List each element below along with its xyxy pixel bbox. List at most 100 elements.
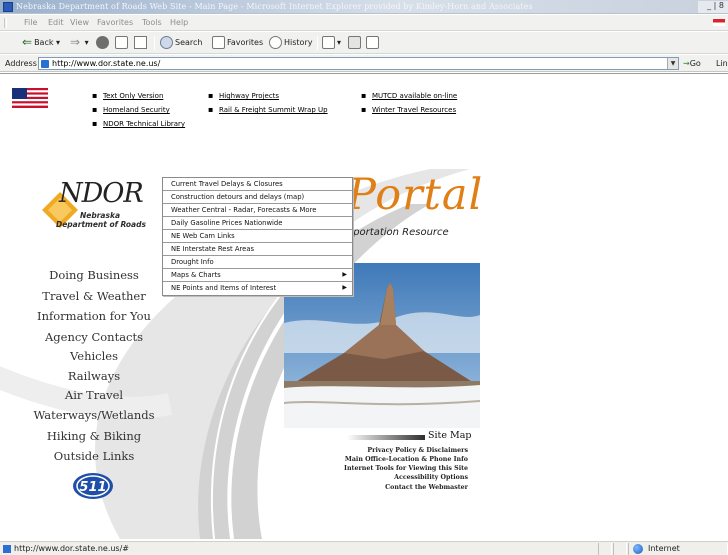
link-mutcd[interactable]: MUTCD available on-line <box>361 91 457 100</box>
dropdown-item-drought[interactable]: Drought Info <box>163 256 352 269</box>
menubar-grip <box>4 18 7 28</box>
status-panel <box>613 543 627 555</box>
dropdown-item-label: NE Interstate Rest Areas <box>171 245 255 253</box>
go-label: Go <box>689 59 701 68</box>
portal-title: Portal <box>347 170 484 220</box>
nav-waterways[interactable]: Waterways/Wetlands <box>14 408 174 422</box>
nav-railways[interactable]: Railways <box>14 369 174 383</box>
511-text: 511 <box>79 480 106 495</box>
link-highway-projects[interactable]: Highway Projects <box>208 91 279 100</box>
link-technical-library[interactable]: NDOR Technical Library <box>92 119 185 128</box>
go-arrow-icon: ⇝ <box>683 59 690 68</box>
dropdown-item-rest-areas[interactable]: NE Interstate Rest Areas <box>163 243 352 256</box>
windows-flag-icon <box>713 19 725 26</box>
internet-globe-icon <box>633 544 643 554</box>
511-badge[interactable]: 511 <box>72 472 114 500</box>
print-button[interactable] <box>348 36 363 50</box>
nav-air-travel[interactable]: Air Travel <box>14 388 174 402</box>
window-title: Nebraska Department of Roads Web Site - … <box>16 2 533 11</box>
refresh-icon <box>115 36 128 49</box>
dropdown-item-label: Weather Central - Radar, Forecasts & Mor… <box>171 206 317 214</box>
dropdown-item-label: Daily Gasoline Prices Nationwide <box>171 219 283 227</box>
site-map-link[interactable]: Site Map <box>428 430 471 441</box>
menu-help[interactable]: Help <box>170 18 188 27</box>
link-rail-freight[interactable]: Rail & Freight Summit Wrap Up <box>208 105 328 114</box>
sitemap-bar <box>347 435 425 440</box>
link-winter-travel[interactable]: Winter Travel Resources <box>361 105 456 114</box>
home-button[interactable] <box>134 36 149 50</box>
window-controls[interactable]: _ | 8 <box>698 1 728 13</box>
print-icon <box>348 36 361 49</box>
dropdown-item-points-of-interest[interactable]: NE Points and Items of Interest ▶ <box>163 282 352 295</box>
nav-travel-weather[interactable]: Travel & Weather <box>14 289 174 303</box>
search-icon <box>160 36 173 49</box>
nav-agency-contacts[interactable]: Agency Contacts <box>14 330 174 344</box>
footer-internet-tools[interactable]: Internet Tools for Viewing this Site <box>344 465 468 472</box>
travel-weather-dropdown: Current Travel Delays & Closures Constru… <box>162 177 353 296</box>
dropdown-item-maps[interactable]: Maps & Charts ▶ <box>163 269 352 282</box>
security-zone: Internet <box>648 544 680 553</box>
status-panel <box>598 543 612 555</box>
nav-hiking-biking[interactable]: Hiking & Biking <box>14 429 174 443</box>
dropdown-item-label: NE Web Cam Links <box>171 232 235 240</box>
ie-icon <box>3 2 13 12</box>
dropdown-item-weather[interactable]: Weather Central - Radar, Forecasts & Mor… <box>163 204 352 217</box>
footer-main-office[interactable]: Main Office-Location & Phone Info <box>345 456 468 463</box>
dropdown-item-webcams[interactable]: NE Web Cam Links <box>163 230 352 243</box>
menu-tools[interactable]: Tools <box>142 18 162 27</box>
nav-vehicles[interactable]: Vehicles <box>14 349 174 363</box>
back-label: Back <box>34 38 54 47</box>
logo-line1: Nebraska <box>80 211 121 220</box>
status-url: http://www.dor.state.ne.us/# <box>14 544 129 553</box>
us-flag-icon <box>12 88 48 108</box>
stop-button[interactable] <box>96 36 111 50</box>
menu-edit[interactable]: Edit <box>48 18 64 27</box>
menu-bar: File Edit View Favorites Tools Help <box>0 15 728 31</box>
back-arrow-icon: ⇐ <box>22 35 33 49</box>
footer-privacy[interactable]: Privacy Policy & Disclaimers <box>367 447 468 454</box>
logo-wordmark: NDOR <box>59 178 144 209</box>
search-label: Search <box>175 38 203 47</box>
link-text-only[interactable]: Text Only Version <box>92 91 163 100</box>
toolbar-separator <box>154 36 155 50</box>
footer-accessibility[interactable]: Accessibility Options <box>394 474 468 481</box>
ndor-logo[interactable]: NDOR Nebraska Department of Roads <box>40 178 160 248</box>
links-label[interactable]: Lin <box>716 59 728 68</box>
nav-outside-links[interactable]: Outside Links <box>14 449 174 463</box>
nav-information[interactable]: Information for You <box>14 309 174 323</box>
menu-file[interactable]: File <box>24 18 37 27</box>
dropdown-item-label: Maps & Charts <box>171 271 221 279</box>
link-homeland-security[interactable]: Homeland Security <box>92 105 170 114</box>
favorites-icon <box>212 36 225 49</box>
refresh-button[interactable] <box>115 36 130 50</box>
page-icon <box>41 60 49 68</box>
dropdown-item-label: Drought Info <box>171 258 214 266</box>
mail-button[interactable]: ▾ <box>322 36 341 50</box>
favorites-button[interactable]: Favorites <box>212 36 263 50</box>
menu-view[interactable]: View <box>70 18 89 27</box>
history-button[interactable]: History <box>269 36 312 50</box>
search-button[interactable]: Search <box>160 36 202 50</box>
address-url: http://www.dor.state.ne.us/ <box>52 59 161 68</box>
edit-button[interactable] <box>366 36 381 50</box>
standard-toolbar: ⇐ Back ▾ ⇒ ▾ Search Favorites History ▾ <box>0 32 728 54</box>
submenu-arrow-icon: ▶ <box>342 284 347 291</box>
nav-doing-business[interactable]: Doing Business <box>14 268 174 282</box>
dropdown-item-construction[interactable]: Construction detours and delays (map) <box>163 191 352 204</box>
forward-arrow-icon: ⇒ <box>70 35 81 49</box>
go-button[interactable]: ⇝Go <box>683 59 701 68</box>
footer-contact[interactable]: Contact the Webmaster <box>385 484 468 491</box>
submenu-arrow-icon: ▶ <box>342 271 347 278</box>
menu-favorites[interactable]: Favorites <box>97 18 133 27</box>
forward-button[interactable]: ⇒ ▾ <box>70 36 89 50</box>
history-label: History <box>284 38 313 47</box>
address-input[interactable]: http://www.dor.state.ne.us/ ▼ <box>38 57 679 70</box>
address-dropdown-icon[interactable]: ▼ <box>667 58 678 69</box>
dropdown-item-travel-delays[interactable]: Current Travel Delays & Closures <box>163 178 352 191</box>
stop-icon <box>96 36 109 49</box>
toolbar-separator-2 <box>317 36 318 50</box>
page-status-icon <box>3 545 11 553</box>
title-bar: Nebraska Department of Roads Web Site - … <box>0 0 728 14</box>
dropdown-item-gasoline[interactable]: Daily Gasoline Prices Nationwide <box>163 217 352 230</box>
back-button[interactable]: ⇐ Back ▾ <box>22 36 60 50</box>
